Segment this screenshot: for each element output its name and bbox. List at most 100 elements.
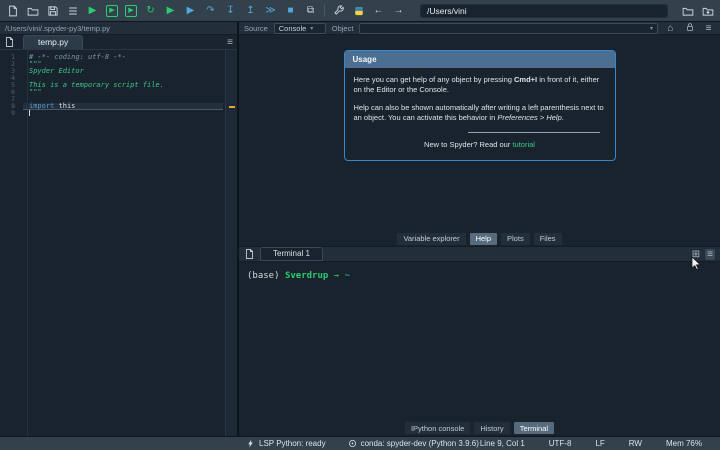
usage-text: . xyxy=(561,113,564,122)
back-icon[interactable]: ← xyxy=(372,4,385,17)
terminal-header: Terminal 1 ⊞ ≡ xyxy=(239,246,720,262)
step-over-icon[interactable]: ↷ xyxy=(204,4,217,17)
chevron-down-icon: ▾ xyxy=(310,25,314,32)
tab-variable-explorer[interactable]: Variable explorer xyxy=(396,231,467,246)
code-line-warning: 8 import this xyxy=(0,103,237,110)
object-label: Object xyxy=(331,23,354,33)
browse-directory-icon[interactable] xyxy=(681,4,694,17)
tab-plots[interactable]: Plots xyxy=(500,231,531,246)
tab-history[interactable]: History xyxy=(473,421,511,435)
open-file-icon[interactable] xyxy=(26,4,39,17)
rerun-cell-icon[interactable]: ↻ xyxy=(144,4,157,17)
lock-icon[interactable] xyxy=(683,22,696,35)
usage-footer-text: New to Spyder? Read our xyxy=(424,140,513,149)
usage-divider xyxy=(468,132,600,133)
tab-terminal[interactable]: Terminal xyxy=(512,421,556,435)
step-return-icon[interactable]: ↥ xyxy=(244,4,257,17)
tab-ipython-console[interactable]: IPython console xyxy=(403,421,472,435)
forward-icon[interactable]: → xyxy=(392,4,405,17)
editor-tab-temp-py[interactable]: temp.py xyxy=(23,35,84,49)
permissions-status: RW xyxy=(628,439,642,448)
tab-files[interactable]: Files xyxy=(532,231,563,246)
code-text: This is a temporary script file. xyxy=(29,81,164,89)
source-value: Console xyxy=(278,23,307,33)
code-text: this xyxy=(54,102,76,110)
toolbar-separator xyxy=(324,4,325,17)
code-text: Spyder Editor xyxy=(29,67,84,75)
usage-footer: New to Spyder? Read our tutorial xyxy=(354,140,606,152)
home-icon[interactable]: ⌂ xyxy=(664,23,677,34)
terminal-env: (base) xyxy=(247,271,280,281)
eol-status: LF xyxy=(595,439,605,448)
browse-tabs-icon[interactable] xyxy=(4,37,15,48)
run-cell-icon[interactable]: ▶ xyxy=(106,4,118,17)
python-path-manager-icon[interactable] xyxy=(352,4,365,17)
file-switcher-icon[interactable] xyxy=(66,4,79,17)
debug-file-icon[interactable]: ▶ xyxy=(184,4,197,17)
editor-options-menu-icon[interactable]: ≡ xyxy=(227,37,233,48)
right-column: Source Console ▾ Object ▾ ⌂ ≡ Usage Here… xyxy=(239,22,720,436)
help-header: Source Console ▾ Object ▾ ⌂ ≡ xyxy=(239,22,720,35)
terminal-tab-1[interactable]: Terminal 1 xyxy=(260,247,323,261)
code-text: """ xyxy=(29,88,42,96)
terminal-options-menu-icon[interactable]: ≡ xyxy=(705,248,715,260)
editor-pane: /Users/vini/.spyder-py3/temp.py temp.py … xyxy=(0,22,239,436)
working-directory-input[interactable]: /Users/vini xyxy=(420,3,668,18)
editor-tabbar: temp.py ≡ xyxy=(0,35,237,50)
terminal-cwd: ~ xyxy=(344,271,350,281)
run-file-icon[interactable]: ▶ xyxy=(86,4,99,17)
chevron-down-icon: ▾ xyxy=(649,25,653,32)
tutorial-link[interactable]: tutorial xyxy=(512,140,535,149)
debug-stop-icon[interactable]: ■ xyxy=(284,4,297,17)
parent-directory-icon[interactable] xyxy=(701,4,714,17)
tab-help[interactable]: Help xyxy=(468,231,499,246)
code-keyword: import xyxy=(29,102,55,110)
help-pane: Usage Here you can get help of any objec… xyxy=(239,35,720,231)
usage-box: Usage Here you can get help of any objec… xyxy=(343,50,616,161)
code-line-current: 9 xyxy=(0,110,237,117)
help-options-menu-icon[interactable]: ≡ xyxy=(702,23,715,34)
text-cursor xyxy=(29,110,30,116)
memory-status: Mem 76% xyxy=(665,439,702,448)
terminal-host: Sverdrup xyxy=(284,271,329,281)
run-cell-advance-icon[interactable]: ▶ xyxy=(125,4,137,17)
new-file-icon[interactable] xyxy=(6,4,19,17)
main-toolbar: ▶ ▶ ▶ ↻ ▶ ▶ ↷ ↧ ↥ ≫ ■ ⧉ ← → /Users/vini xyxy=(0,0,720,22)
usage-title: Usage xyxy=(344,51,615,68)
breadcrumb: /Users/vini/.spyder-py3/temp.py xyxy=(5,23,111,33)
code-line: 6 """ xyxy=(0,89,237,96)
run-selection-icon[interactable]: ▶ xyxy=(164,4,177,17)
object-combobox[interactable]: ▾ xyxy=(359,22,658,34)
lower-pane-tabs: IPython console History Terminal xyxy=(239,420,720,436)
usage-body: Here you can get help of any object by p… xyxy=(345,68,615,160)
lsp-status: LSP Python: ready xyxy=(246,439,326,448)
code-text: # -*- coding: utf-8 -*- xyxy=(29,53,126,61)
working-directory-value: /Users/vini xyxy=(427,5,467,16)
line-number: 9 xyxy=(11,109,15,117)
conda-status-text: conda: spyder-dev (Python 3.9.6) xyxy=(360,439,479,448)
terminal-prompt-arrow: → xyxy=(333,271,340,281)
cmd-i-shortcut: Cmd+I xyxy=(514,75,538,84)
save-file-icon[interactable] xyxy=(46,4,59,17)
code-editor[interactable]: 1 # -*- coding: utf-8 -*- 2 """ 3 Spyder… xyxy=(0,50,237,436)
conda-icon xyxy=(348,439,357,448)
step-into-icon[interactable]: ↧ xyxy=(224,4,237,17)
lsp-bolt-icon xyxy=(246,439,255,448)
statusbar-right: Line 9, Col 1 UTF-8 LF RW Mem 76% xyxy=(480,439,702,448)
cursor-position-status: Line 9, Col 1 xyxy=(479,439,525,448)
terminal-pane-icon[interactable] xyxy=(244,249,255,260)
code-line: 3 Spyder Editor xyxy=(0,68,237,75)
editor-scrollflag-area[interactable] xyxy=(225,50,237,436)
status-bar: LSP Python: ready conda: spyder-dev (Pyt… xyxy=(0,436,720,450)
terminal-console[interactable]: (base) Sverdrup → ~ xyxy=(239,262,720,420)
conda-status[interactable]: conda: spyder-dev (Python 3.9.6) xyxy=(348,439,479,448)
spyder-window: ▶ ▶ ▶ ↻ ▶ ▶ ↷ ↧ ↥ ≫ ■ ⧉ ← → /Users/vini … xyxy=(0,0,720,450)
debug-continue-icon[interactable]: ≫ xyxy=(264,4,277,17)
source-combobox[interactable]: Console ▾ xyxy=(273,22,326,34)
usage-paragraph-1: Here you can get help of any object by p… xyxy=(354,75,606,95)
warning-scroll-marker xyxy=(229,106,235,108)
lsp-status-text: LSP Python: ready xyxy=(259,439,326,448)
maximize-pane-icon[interactable]: ⧉ xyxy=(304,4,317,17)
main-area: /Users/vini/.spyder-py3/temp.py temp.py … xyxy=(0,22,720,436)
preferences-wrench-icon[interactable] xyxy=(332,4,345,17)
